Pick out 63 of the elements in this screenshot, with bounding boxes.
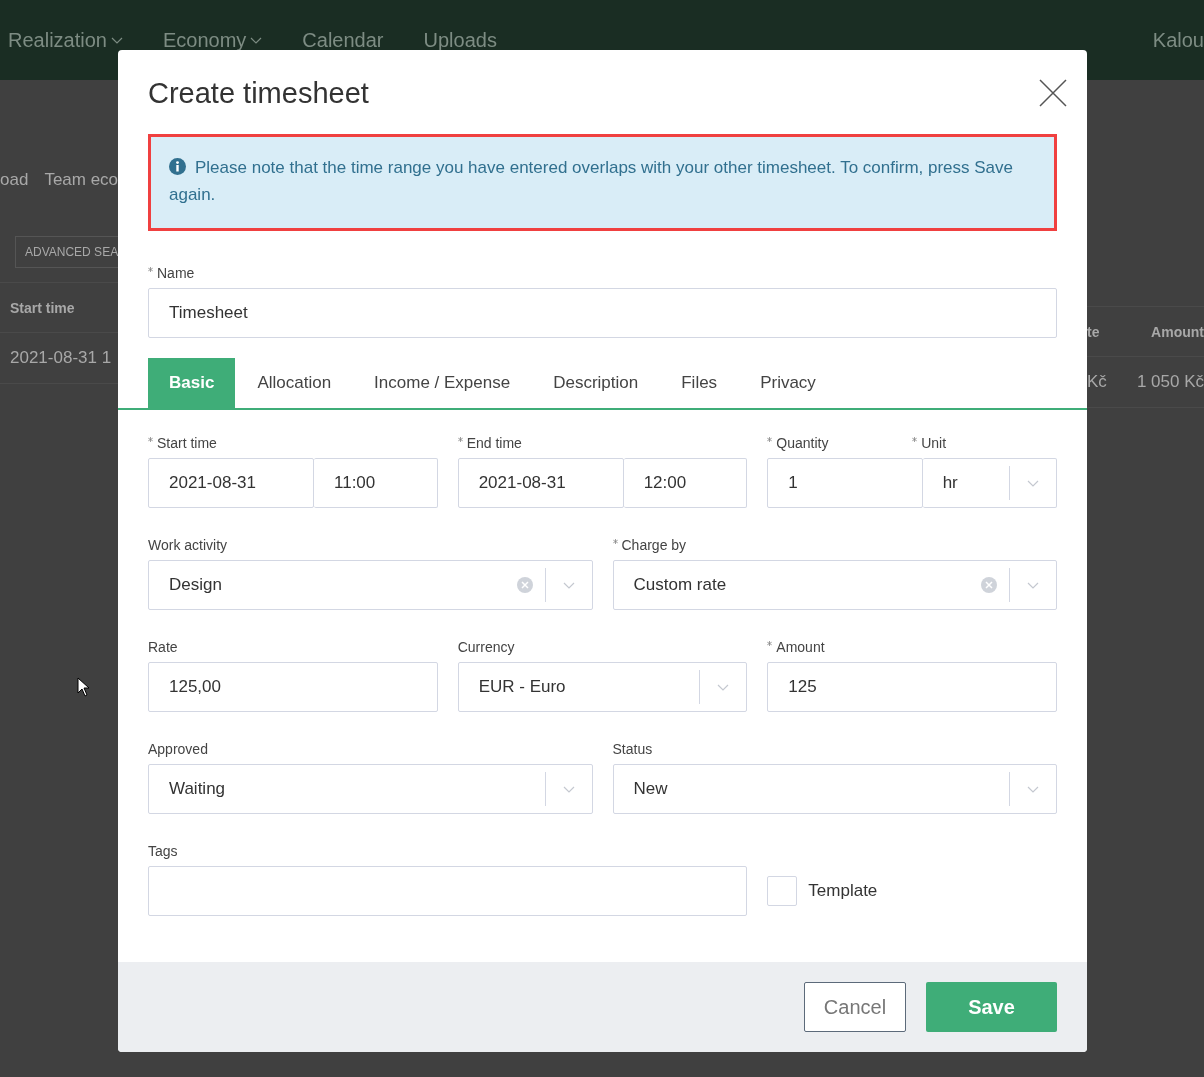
dropdown-field[interactable]: New <box>612 764 1057 814</box>
text-field[interactable]: 125 <box>767 662 1057 712</box>
time-field[interactable]: 12:00 <box>623 458 748 508</box>
field-label: Charge by <box>621 537 687 553</box>
dropdown-field[interactable]: Waiting <box>148 764 593 814</box>
chevron-down-icon <box>717 683 730 691</box>
chevron-down-icon <box>562 581 575 589</box>
dropdown-field[interactable]: Design <box>148 560 593 610</box>
page-tab[interactable]: Team eco <box>44 170 119 200</box>
user-name[interactable]: Kalou <box>1152 28 1204 52</box>
time-field[interactable]: 11:00 <box>314 458 438 508</box>
nav-menu-item[interactable]: Realization <box>8 28 123 52</box>
field-label: Currency <box>457 639 515 655</box>
form-tab[interactable]: Income / Expense <box>353 358 532 408</box>
chevron-down-icon <box>1027 785 1039 793</box>
dropdown-field[interactable]: Custom rate <box>612 560 1057 610</box>
close-icon <box>1039 79 1067 107</box>
mouse-cursor-icon <box>77 677 91 697</box>
quantity-field[interactable]: 1 <box>767 458 923 508</box>
nav-menu-item[interactable]: Economy <box>162 28 263 52</box>
dialog-title: Create timesheet <box>148 76 369 110</box>
field-label: End time <box>466 435 522 451</box>
chevron-down-icon <box>562 785 575 793</box>
name-field[interactable]: Timesheet <box>148 288 1057 338</box>
field-label: Approved <box>148 741 208 757</box>
table-cell: 2021-08-31 1 <box>10 348 112 368</box>
form-tab[interactable]: Files <box>660 358 739 408</box>
column-header: Start time <box>10 299 75 316</box>
checkbox[interactable] <box>767 876 798 906</box>
field-label: Name <box>157 265 195 281</box>
close-button[interactable] <box>1039 79 1067 107</box>
unit-dropdown[interactable]: hr <box>922 458 1057 508</box>
chevron-down-icon <box>110 36 123 44</box>
text-field[interactable]: 125,00 <box>148 662 438 712</box>
nav-menu-item[interactable]: Calendar <box>302 28 384 52</box>
date-field[interactable]: 2021-08-31 <box>457 458 624 508</box>
field-label: Unit <box>921 435 947 451</box>
field-label: Rate <box>148 639 178 655</box>
field-label: Amount <box>776 639 825 655</box>
chevron-down-icon <box>250 36 263 44</box>
form-tab[interactable]: Allocation <box>236 358 353 408</box>
field-label: Status <box>612 741 653 757</box>
cancel-button[interactable]: Cancel <box>804 982 906 1032</box>
field-label: Start time <box>157 435 217 451</box>
chevron-down-icon <box>1027 581 1039 589</box>
nav-menu-item[interactable]: Uploads <box>423 28 497 52</box>
table-cell: 1 050 Kč <box>1136 372 1204 392</box>
info-icon <box>169 158 186 175</box>
date-field[interactable]: 2021-08-31 <box>148 458 314 508</box>
dropdown-field[interactable]: EUR - Euro <box>457 662 748 712</box>
tags-field[interactable] <box>148 866 748 916</box>
field-label: Tags <box>148 843 178 859</box>
page-tab[interactable]: oad <box>0 170 29 200</box>
column-header: te <box>1087 323 1100 340</box>
alert-message: Please note that the time range you have entered overlaps with your other timesheet. To confirm, press Save again. <box>169 157 1015 206</box>
table-cell: Kč <box>1087 372 1107 392</box>
form-tab[interactable]: Description <box>532 358 660 408</box>
chevron-down-icon <box>1027 479 1039 487</box>
field-label: Work activity <box>148 537 228 553</box>
form-tab[interactable]: Privacy <box>739 358 837 408</box>
field-label: Quantity <box>776 435 829 451</box>
column-header: Amount <box>1151 323 1204 340</box>
checkbox-label: Template <box>808 881 878 901</box>
